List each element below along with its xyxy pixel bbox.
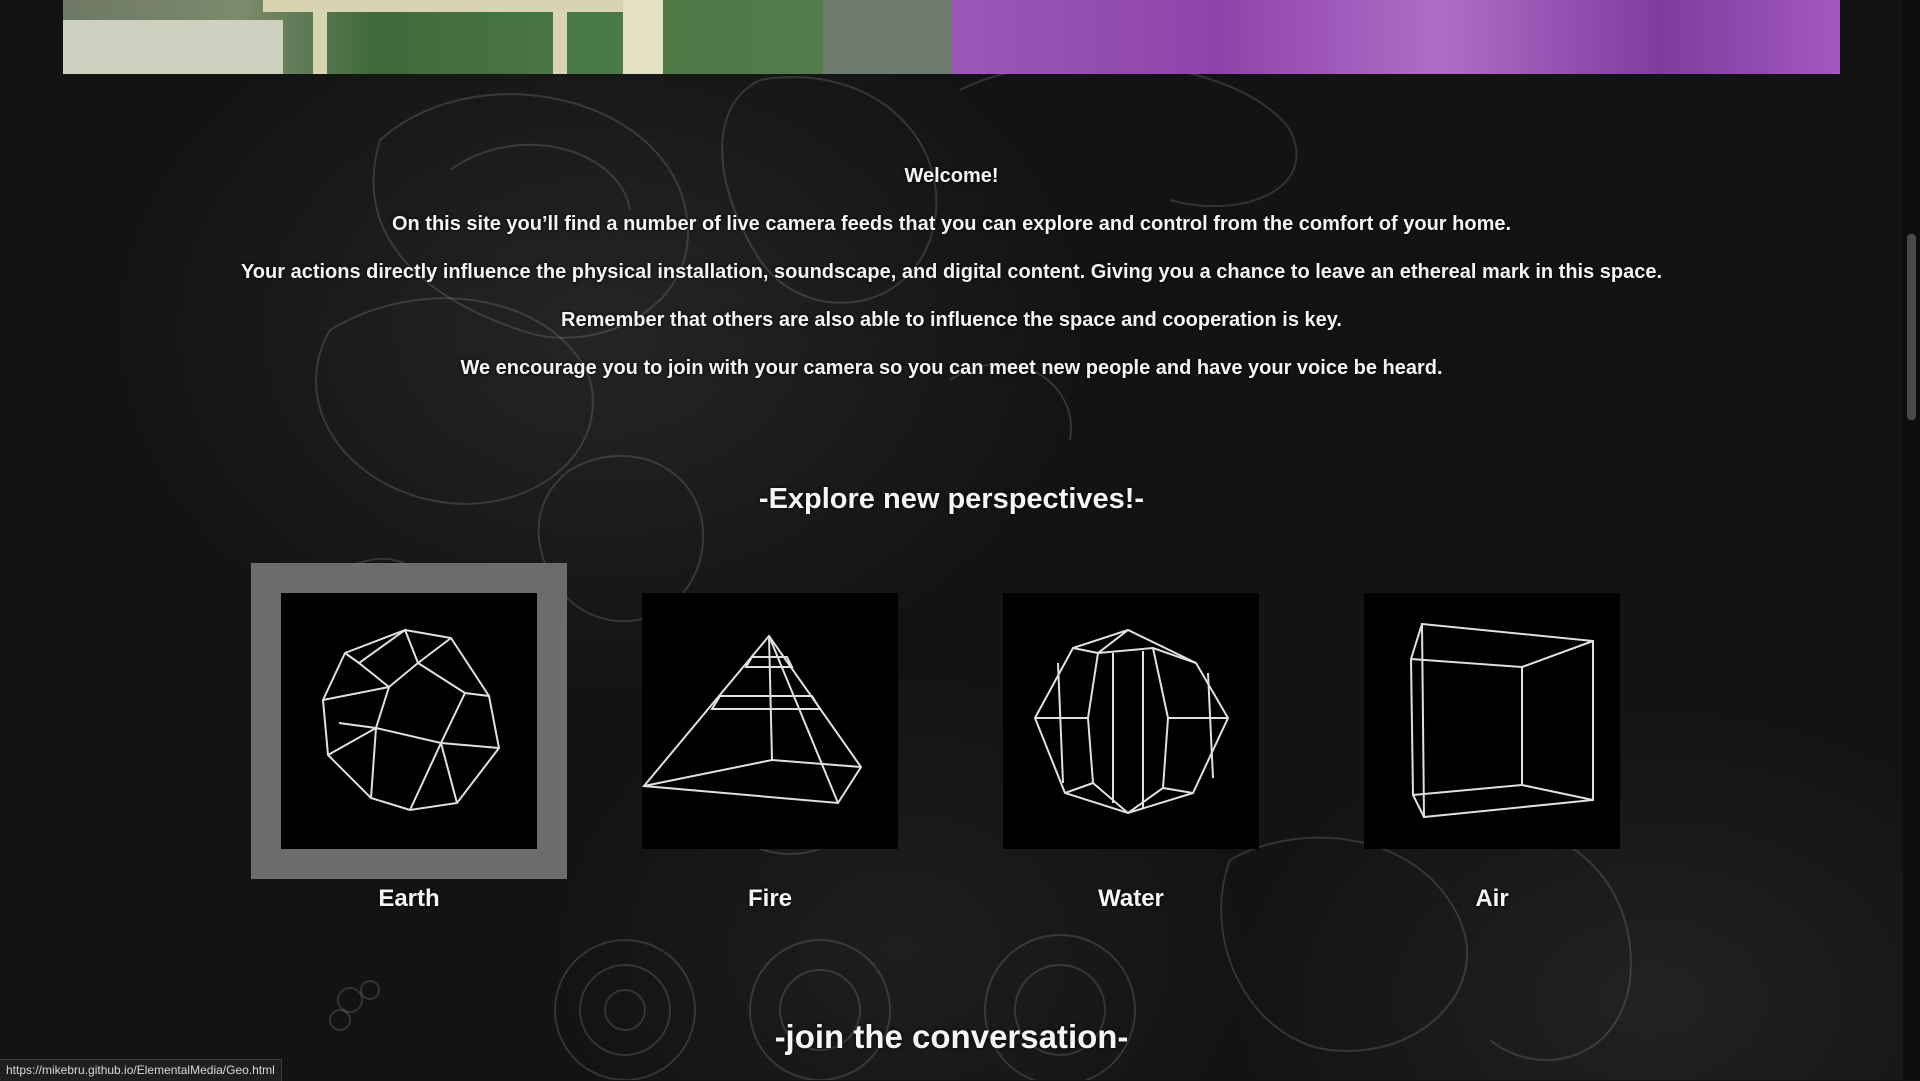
welcome-text: Welcome! On this site you’ll find a numb… bbox=[0, 160, 1903, 400]
pyramid-icon bbox=[642, 634, 863, 805]
welcome-heading: Welcome! bbox=[904, 165, 999, 187]
fire-tile[interactable] bbox=[642, 593, 898, 849]
intro-line-4: We encourage you to join with your camer… bbox=[460, 357, 1443, 379]
earth-label[interactable]: Earth bbox=[229, 885, 589, 913]
water-label[interactable]: Water bbox=[951, 885, 1311, 913]
air-tile[interactable] bbox=[1364, 593, 1620, 849]
intro-line-1: On this site you’ll find a number of liv… bbox=[391, 213, 1512, 235]
water-tile[interactable] bbox=[1003, 593, 1259, 849]
scrollbar-thumb[interactable] bbox=[1907, 234, 1916, 420]
earth-tile[interactable] bbox=[251, 563, 567, 879]
explore-heading: -Explore new perspectives!- bbox=[758, 483, 1145, 515]
camera-feed-banner bbox=[63, 0, 1840, 74]
vertical-scrollbar[interactable] bbox=[1903, 0, 1920, 1080]
polyhedron-icon bbox=[1033, 628, 1230, 815]
intro-line-3: Remember that others are also able to in… bbox=[561, 309, 1342, 331]
camera-feed-purple-image bbox=[952, 0, 1840, 74]
join-heading: -join the conversation- bbox=[774, 1018, 1129, 1055]
air-label[interactable]: Air bbox=[1312, 885, 1672, 913]
link-status-bar: https://mikebru.github.io/ElementalMedia… bbox=[0, 1059, 282, 1081]
cube-icon bbox=[1409, 622, 1594, 819]
intro-line-2: Your actions directly influence the phys… bbox=[240, 261, 1663, 283]
icosahedron-icon bbox=[321, 628, 501, 812]
fire-label[interactable]: Fire bbox=[590, 885, 950, 913]
camera-feed-outdoor-image bbox=[63, 0, 952, 74]
